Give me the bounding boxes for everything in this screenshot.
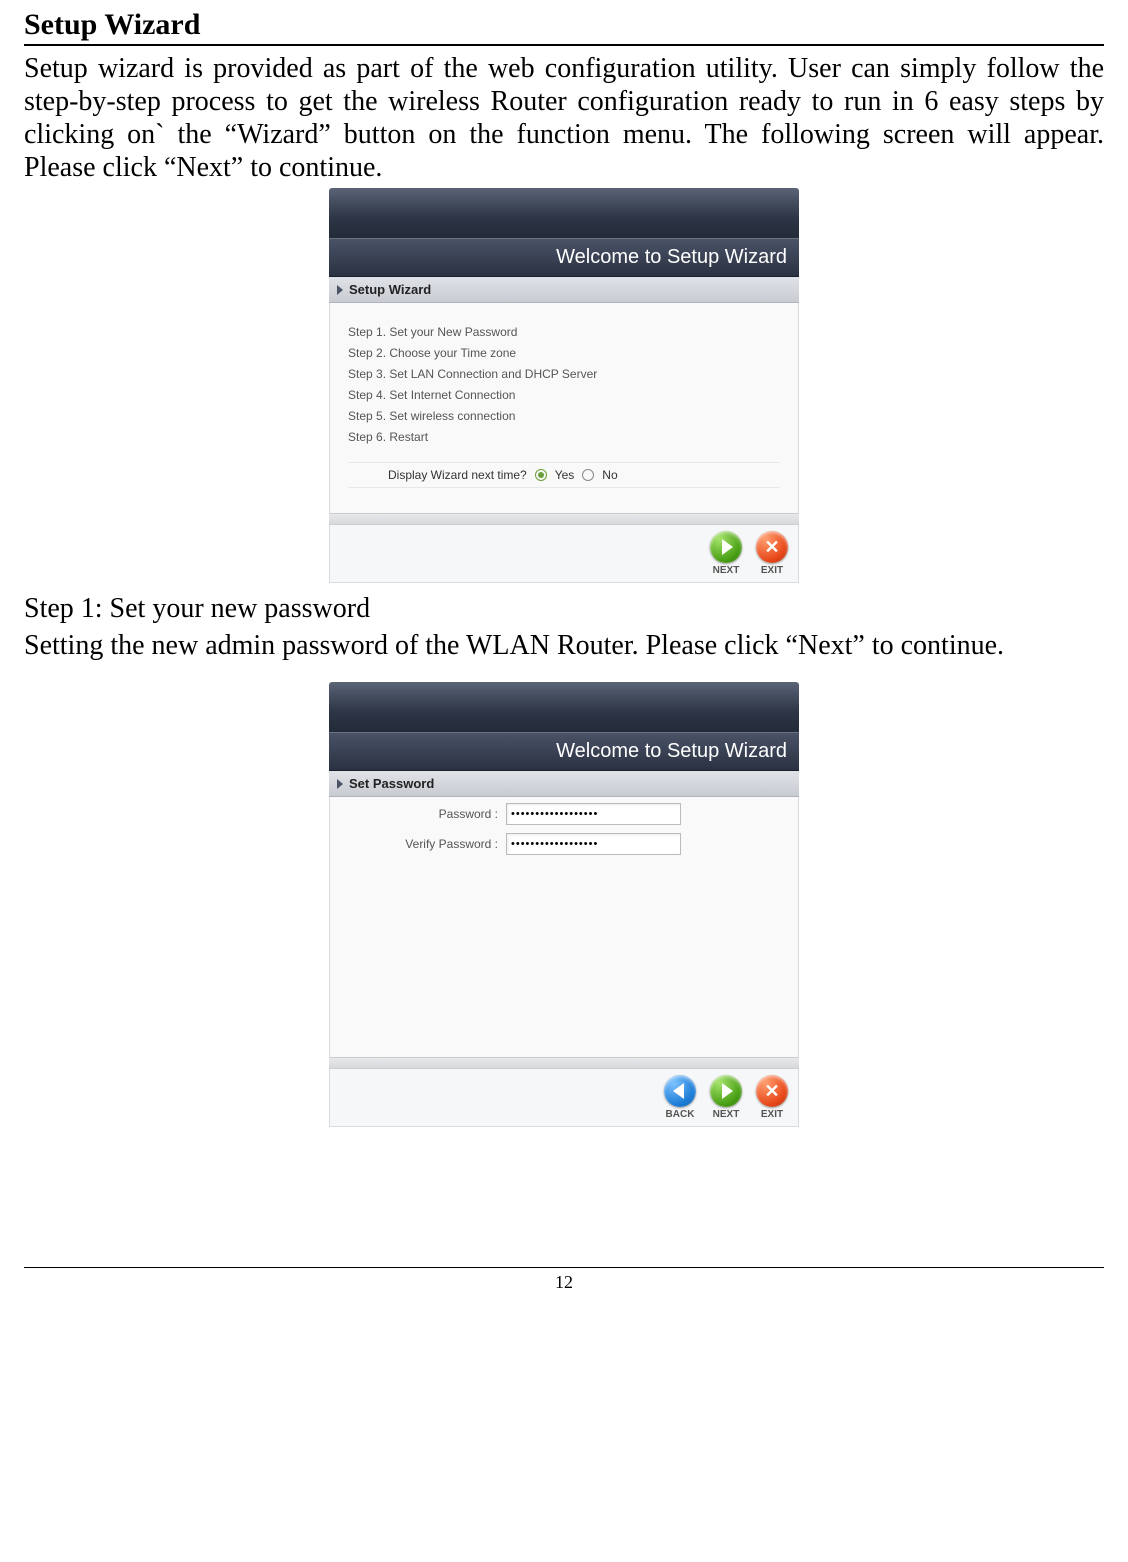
caret-right-icon bbox=[337, 285, 343, 295]
back-label: BACK bbox=[666, 1109, 695, 1120]
footer-separator bbox=[329, 513, 799, 525]
wizard-body: Step 1. Set your New Password Step 2. Ch… bbox=[329, 303, 799, 513]
wizard-welcome-title: Welcome to Setup Wizard bbox=[329, 732, 799, 771]
caret-right-icon bbox=[337, 779, 343, 789]
section-rule bbox=[24, 44, 1104, 46]
section-title: Setup Wizard bbox=[24, 8, 1104, 42]
radio-yes[interactable] bbox=[535, 469, 547, 481]
wizard-subheader: Set Password bbox=[329, 771, 799, 797]
step-item: Step 2. Choose your Time zone bbox=[348, 346, 780, 360]
step-item: Step 5. Set wireless connection bbox=[348, 409, 780, 423]
step-item: Step 3. Set LAN Connection and DHCP Serv… bbox=[348, 367, 780, 381]
verify-password-label: Verify Password : bbox=[348, 837, 506, 851]
wizard-footer: BACK NEXT ✕ EXIT bbox=[329, 1069, 799, 1127]
password-label: Password : bbox=[348, 807, 506, 821]
footer-rule bbox=[24, 1267, 1104, 1268]
wizard-subheader-label: Setup Wizard bbox=[349, 282, 431, 297]
page-footer: 12 bbox=[24, 1267, 1104, 1293]
close-icon: ✕ bbox=[756, 1075, 788, 1107]
arrow-right-icon bbox=[710, 1075, 742, 1107]
wizard-subheader-label: Set Password bbox=[349, 776, 434, 791]
page-number: 12 bbox=[24, 1272, 1104, 1293]
display-next-time-row: Display Wizard next time? Yes No bbox=[348, 462, 780, 488]
step1-paragraph: Setting the new admin password of the WL… bbox=[24, 629, 1104, 662]
footer-separator bbox=[329, 1057, 799, 1069]
step-item: Step 1. Set your New Password bbox=[348, 325, 780, 339]
wizard-top-bar bbox=[329, 188, 799, 238]
wizard-top-bar bbox=[329, 682, 799, 732]
arrow-right-icon bbox=[710, 531, 742, 563]
password-input[interactable] bbox=[506, 803, 681, 825]
exit-button[interactable]: ✕ EXIT bbox=[756, 531, 788, 576]
step-item: Step 4. Set Internet Connection bbox=[348, 388, 780, 402]
wizard-welcome-card: Welcome to Setup Wizard Setup Wizard Ste… bbox=[329, 188, 799, 583]
step1-title: Step 1: Set your new password bbox=[24, 593, 1104, 625]
next-button[interactable]: NEXT bbox=[710, 531, 742, 576]
exit-label: EXIT bbox=[761, 565, 783, 576]
back-button[interactable]: BACK bbox=[664, 1075, 696, 1120]
wizard-welcome-title: Welcome to Setup Wizard bbox=[329, 238, 799, 277]
wizard-footer: NEXT ✕ EXIT bbox=[329, 525, 799, 583]
next-button[interactable]: NEXT bbox=[710, 1075, 742, 1120]
step-item: Step 6. Restart bbox=[348, 430, 780, 444]
verify-password-row: Verify Password : bbox=[348, 833, 780, 855]
intro-paragraph: Setup wizard is provided as part of the … bbox=[24, 52, 1104, 184]
wizard-password-card: Welcome to Setup Wizard Set Password Pas… bbox=[329, 682, 799, 1127]
next-label: NEXT bbox=[713, 565, 740, 576]
close-icon: ✕ bbox=[756, 531, 788, 563]
verify-password-input[interactable] bbox=[506, 833, 681, 855]
radio-no[interactable] bbox=[582, 469, 594, 481]
next-label: NEXT bbox=[713, 1109, 740, 1120]
exit-button[interactable]: ✕ EXIT bbox=[756, 1075, 788, 1120]
radio-yes-label: Yes bbox=[555, 468, 575, 482]
wizard-subheader: Setup Wizard bbox=[329, 277, 799, 303]
display-next-time-label: Display Wizard next time? bbox=[388, 468, 527, 482]
wizard-body: Password : Verify Password : bbox=[329, 797, 799, 1057]
arrow-left-icon bbox=[664, 1075, 696, 1107]
radio-no-label: No bbox=[602, 468, 617, 482]
exit-label: EXIT bbox=[761, 1109, 783, 1120]
password-row: Password : bbox=[348, 803, 780, 825]
